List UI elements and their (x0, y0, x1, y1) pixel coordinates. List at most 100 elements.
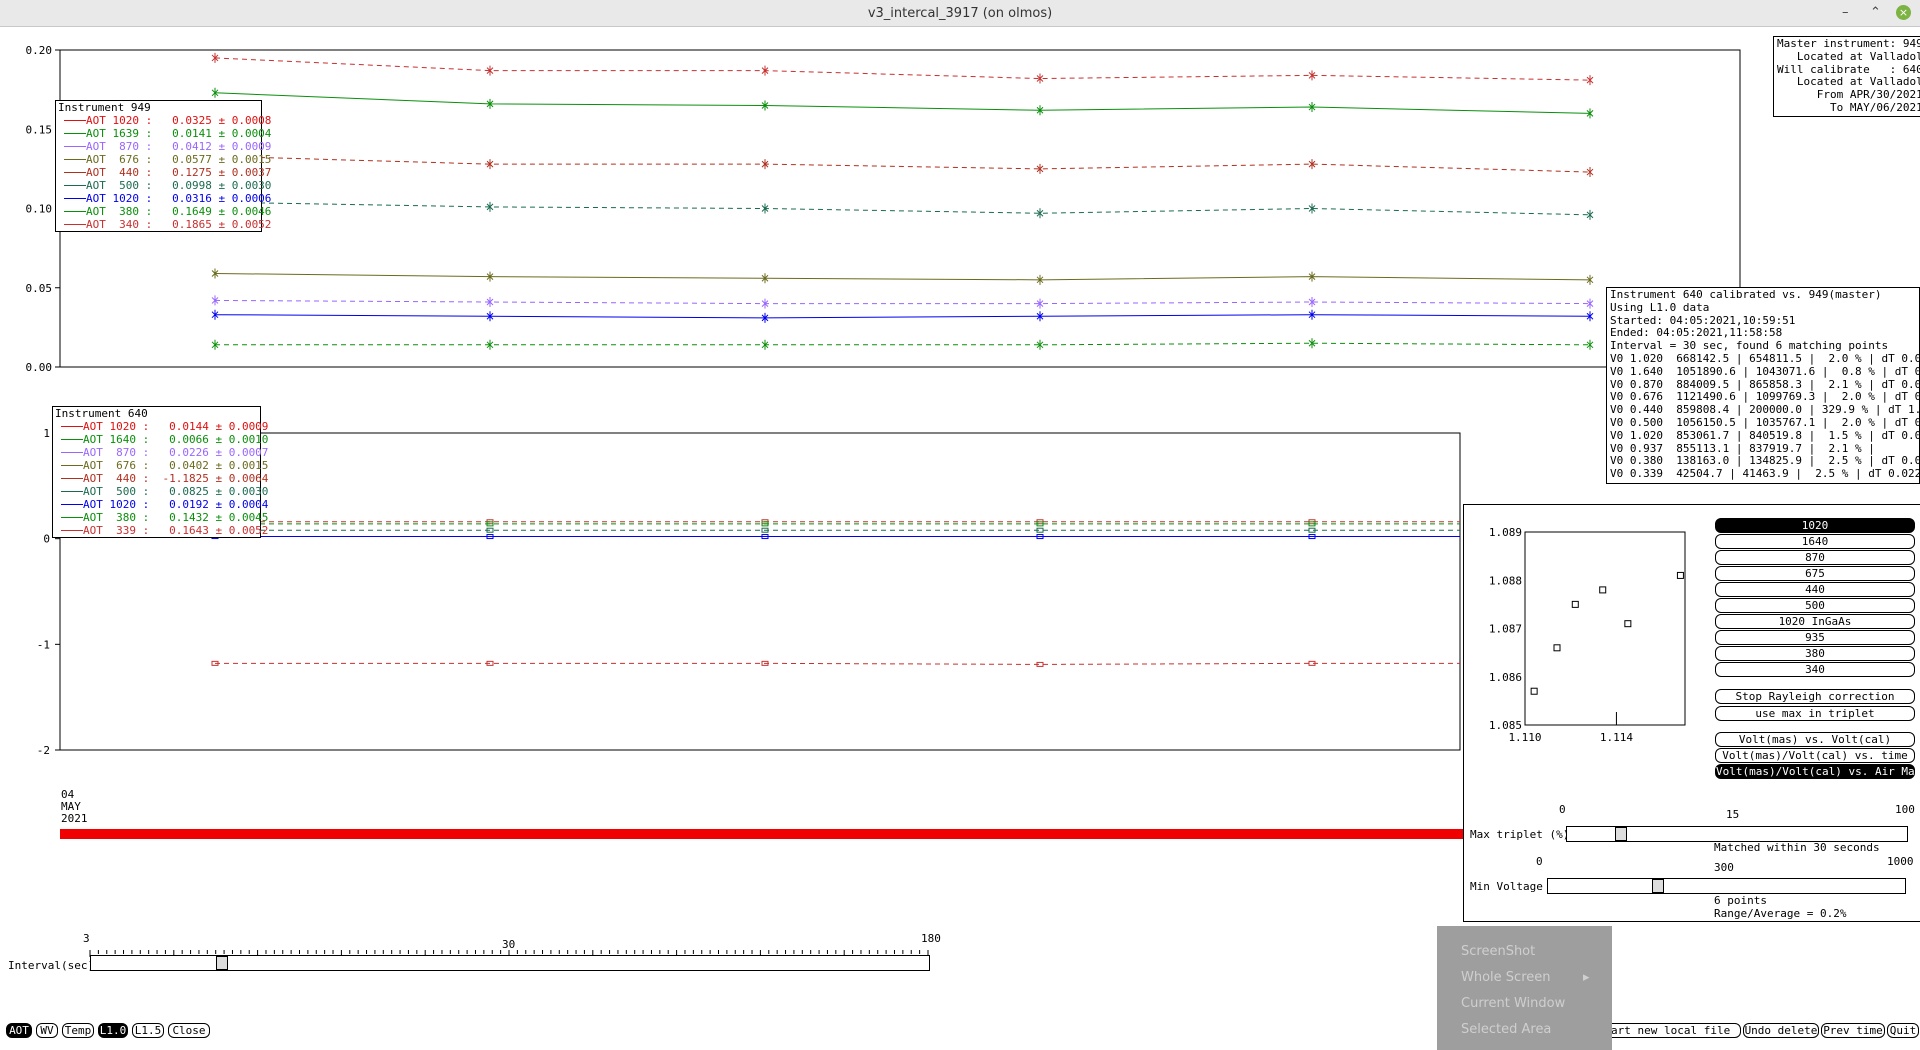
button-l1-5[interactable]: L1.5 (132, 1023, 164, 1038)
wavelength-button-440[interactable]: 440 (1715, 582, 1915, 597)
max-triplet-value: 15 (1726, 808, 1740, 821)
action-button[interactable]: Undo delete (1743, 1023, 1819, 1038)
menu-item-whole-screen[interactable]: Whole Screen (1461, 970, 1550, 985)
legend-marker-icon (64, 211, 86, 212)
calibration-line: V0 1.640 1051890.6 | 1043071.6 | 0.8 % |… (1610, 364, 1920, 378)
legend-label: AOT 380 : 0.1432 ± 0.0045 (83, 511, 269, 524)
menu-item-current-window[interactable]: Current Window (1461, 996, 1565, 1011)
legend-label: AOT 676 : 0.0402 ± 0.0015 (83, 459, 269, 472)
date-range-bar (60, 829, 1463, 839)
y-tick-label: 0.15 (26, 123, 53, 136)
legend-label: AOT 1020 : 0.0192 ± 0.0004 (83, 498, 269, 511)
wavelength-button-1020-ingaas[interactable]: 1020 InGaAs (1715, 614, 1915, 629)
legend-entry: AOT 870 : 0.0226 ± 0.0007 (53, 446, 268, 459)
legend-label: AOT 1020 : 0.0144 ± 0.0009 (83, 420, 269, 433)
legend-marker-icon (61, 491, 83, 492)
wavelength-button-870[interactable]: 870 (1715, 550, 1915, 565)
legend-label: AOT 870 : 0.0412 ± 0.0009 (86, 140, 272, 153)
legend-entry: AOT 1020 : 0.0192 ± 0.0004 (53, 498, 268, 511)
wavelength-button-935[interactable]: 935 (1715, 630, 1915, 645)
top-plot-legend: Instrument 949 AOT 1020 : 0.0325 ± 0.000… (55, 100, 271, 232)
interval-label: Interval(sec) (8, 959, 95, 972)
series-line (214, 314, 1591, 319)
calibration-line: V0 0.339 42504.7 | 41463.9 | 2.5 % | dT … (1610, 467, 1920, 481)
scatter-y-tick-label: 1.086 (1489, 671, 1522, 684)
legend-entry: AOT 1639 : 0.0141 ± 0.0004 (56, 127, 271, 140)
max-triplet-toggle-button[interactable]: use max in triplet (1715, 706, 1915, 721)
calibration-line: V0 1.020 668142.5 | 654811.5 | 2.0 % | d… (1610, 351, 1920, 365)
legend-label: AOT 1639 : 0.0141 ± 0.0004 (86, 127, 272, 140)
legend-marker-icon (64, 146, 86, 147)
legend-entry: AOT 870 : 0.0412 ± 0.0009 (56, 140, 271, 153)
legend-label: AOT 1640 : 0.0066 ± 0.0010 (83, 433, 269, 446)
legend-entry: AOT 1020 : 0.0316 ± 0.0006 (56, 192, 271, 205)
button-temp[interactable]: Temp (62, 1023, 94, 1038)
max-triplet-slider[interactable] (1566, 826, 1908, 842)
legend-label: AOT 339 : 0.1643 ± 0.0052 (83, 524, 269, 537)
legend-title: Instrument 640 (55, 407, 148, 420)
button-close[interactable]: Close (168, 1023, 210, 1038)
legend-entry: AOT 440 : -1.1825 ± 0.0064 (53, 472, 268, 485)
plot-mode-button[interactable]: Volt(mas)/Volt(cal) vs. Air Mass (1715, 764, 1920, 779)
range-average: Range/Average = 0.2% (1714, 907, 1847, 920)
scatter-point (1676, 571, 1684, 579)
interval-slider[interactable] (90, 955, 930, 971)
button-aot[interactable]: AOT (6, 1023, 32, 1038)
wavelength-button-1020[interactable]: 1020 (1715, 518, 1915, 533)
y-tick-label: -2 (37, 744, 50, 757)
rayleigh-toggle-button[interactable]: Stop Rayleigh correction (1715, 689, 1915, 704)
y-tick-label: 0.20 (26, 44, 53, 57)
slider-thumb[interactable] (1615, 827, 1627, 841)
wavelength-button-1640[interactable]: 1640 (1715, 534, 1915, 549)
calibration-line: Instrument 640 calibrated vs. 949(master… (1610, 288, 1882, 301)
plot-mode-button[interactable]: Volt(mas)/Volt(cal) vs. time (1715, 748, 1915, 763)
button-l1-0[interactable]: L1.0 (98, 1023, 128, 1038)
legend-label: AOT 500 : 0.0998 ± 0.0030 (86, 179, 272, 192)
legend-marker-icon (64, 133, 86, 134)
legend-entry: AOT 676 : 0.0402 ± 0.0015 (53, 459, 268, 472)
date-label: 04 MAY 2021 (61, 789, 88, 825)
legend-marker-icon (64, 159, 86, 160)
legend-marker-icon (64, 185, 86, 186)
legend-marker-icon (61, 465, 83, 466)
max-triplet-note: Matched within 30 seconds (1714, 841, 1880, 854)
y-tick-label: 0.00 (26, 361, 53, 374)
scatter-frame (1524, 531, 1686, 726)
legend-marker-icon (64, 198, 86, 199)
max-triplet-label: Max triplet (%) (1470, 828, 1570, 841)
submenu-arrow-icon: ▸ (1583, 970, 1590, 985)
wavelength-button-340[interactable]: 340 (1715, 662, 1915, 677)
calibration-results-box: Instrument 640 calibrated vs. 949(master… (1606, 287, 1920, 484)
wavelength-button-500[interactable]: 500 (1715, 598, 1915, 613)
menu-item-screenshot[interactable]: ScreenShot (1461, 944, 1535, 959)
legend-marker-icon (64, 172, 86, 173)
legend-entry: AOT 380 : 0.1432 ± 0.0045 (53, 511, 268, 524)
action-button[interactable]: Prev time (1821, 1023, 1885, 1038)
action-button[interactable]: Quit (1887, 1023, 1919, 1038)
legend-marker-icon (61, 439, 83, 440)
screenshot-context-menu: ScreenShot Whole Screen ▸ Current Window… (1437, 926, 1612, 1050)
min-voltage-slider[interactable] (1547, 878, 1906, 894)
scatter-point (1599, 586, 1607, 594)
series-line (214, 201, 1591, 216)
slider-thumb[interactable] (216, 956, 228, 970)
wavelength-button-675[interactable]: 675 (1715, 566, 1915, 581)
legend-entry: AOT 1020 : 0.0325 ± 0.0008 (56, 114, 271, 127)
slider-thumb[interactable] (1652, 879, 1664, 893)
master-info-line: Located at Valladolid (1796, 49, 1920, 63)
interval-min: 3 (83, 932, 90, 945)
legend-marker-icon (61, 478, 83, 479)
top-plot-series (211, 52, 1594, 350)
plot-mode-button[interactable]: Volt(mas) vs. Volt(cal) (1715, 732, 1915, 747)
menu-item-selected-area[interactable]: Selected Area (1461, 1022, 1551, 1037)
button-wv[interactable]: WV (36, 1023, 58, 1038)
legend-label: AOT 870 : 0.0226 ± 0.0007 (83, 446, 269, 459)
legend-entry: AOT 340 : 0.1865 ± 0.0052 (56, 218, 271, 231)
y-tick-label: 0.10 (26, 203, 53, 216)
wavelength-button-380[interactable]: 380 (1715, 646, 1915, 661)
legend-entry: AOT 500 : 0.0825 ± 0.0030 (53, 485, 268, 498)
legend-entry: AOT 1020 : 0.0144 ± 0.0009 (53, 420, 268, 433)
legend-marker-icon (64, 120, 86, 121)
calibration-line: V0 1.020 853061.7 | 840519.8 | 1.5 % | d… (1610, 428, 1920, 442)
legend-marker-icon (64, 224, 86, 225)
